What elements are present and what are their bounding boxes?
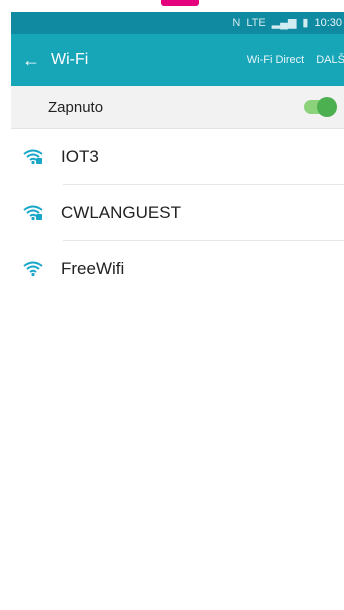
battery-icon: ▮	[302, 17, 309, 29]
back-arrow-icon[interactable]: ←	[11, 50, 51, 71]
network-name: IOT3	[61, 147, 99, 166]
signal-icon: ▂▄▆	[271, 17, 297, 29]
status-time: 10:30	[314, 17, 342, 29]
network-item[interactable]: FreeWifi	[11, 241, 344, 297]
wifi-toggle-label: Zapnuto	[48, 98, 104, 116]
page-title: Wi-Fi	[51, 51, 89, 68]
wifi-direct-button[interactable]: Wi-Fi Direct	[247, 54, 304, 66]
toggle-knob	[317, 97, 337, 117]
top-accent	[0, 0, 344, 12]
app-bar: ← Wi-Fi Wi-Fi Direct DALŠÍ	[11, 34, 344, 86]
network-item[interactable]: IOT3	[11, 129, 344, 185]
wifi-toggle-row[interactable]: Zapnuto	[11, 86, 344, 129]
network-list: IOT3 CWLANGUEST FreeWifi	[11, 129, 344, 297]
network-name: CWLANGUEST	[61, 203, 181, 222]
wifi-lock-icon	[23, 205, 43, 221]
wifi-toggle-switch[interactable]	[304, 97, 337, 117]
network-name: FreeWifi	[61, 259, 125, 278]
phone-frame: N LTE ▂▄▆ ▮ 10:30 ← Wi-Fi Wi-Fi Direct D…	[11, 12, 344, 610]
nfc-icon: N	[232, 17, 241, 29]
wifi-icon	[23, 261, 43, 277]
top-accent-mark	[161, 0, 199, 6]
wifi-lock-icon	[23, 149, 43, 165]
status-bar: N LTE ▂▄▆ ▮ 10:30	[11, 12, 344, 34]
network-item[interactable]: CWLANGUEST	[11, 185, 344, 241]
lte-icon: LTE	[246, 17, 266, 29]
more-button[interactable]: DALŠÍ	[316, 54, 344, 66]
